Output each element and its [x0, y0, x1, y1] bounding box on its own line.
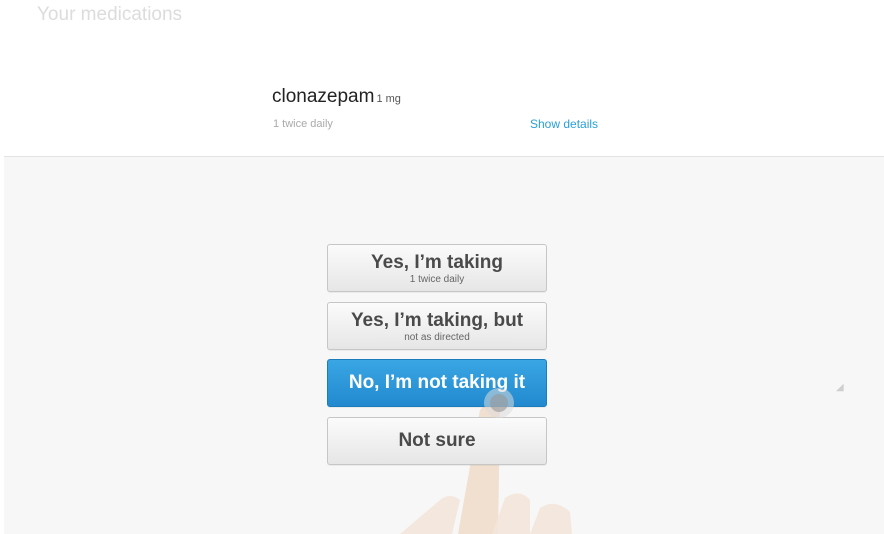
medication-dose: 1 mg [376, 93, 401, 105]
choice-label: Yes, I’m taking, but [350, 310, 524, 331]
choice-sublabel: 1 twice daily [409, 274, 465, 285]
resize-handle-icon[interactable]: ◢ [836, 382, 844, 393]
choice-sublabel: not as directed [404, 332, 470, 343]
medication-name-row: clonazepam 1 mg [272, 86, 401, 108]
not-sure-button[interactable]: Not sure [327, 417, 547, 465]
touch-point-icon [484, 388, 514, 418]
choice-label: Yes, I’m taking [371, 252, 503, 273]
medication-name: clonazepam [272, 86, 375, 107]
taking-not-as-directed-button[interactable]: Yes, I’m taking, but not as directed [327, 302, 547, 350]
taking-as-directed-button[interactable]: Yes, I’m taking 1 twice daily [327, 244, 547, 292]
medication-frequency: 1 twice daily [273, 118, 333, 130]
show-details-link[interactable]: Show details [530, 117, 598, 131]
choice-label: Not sure [398, 430, 476, 451]
medication-card: clonazepam 1 mg 1 twice daily Show detail… [0, 0, 884, 157]
